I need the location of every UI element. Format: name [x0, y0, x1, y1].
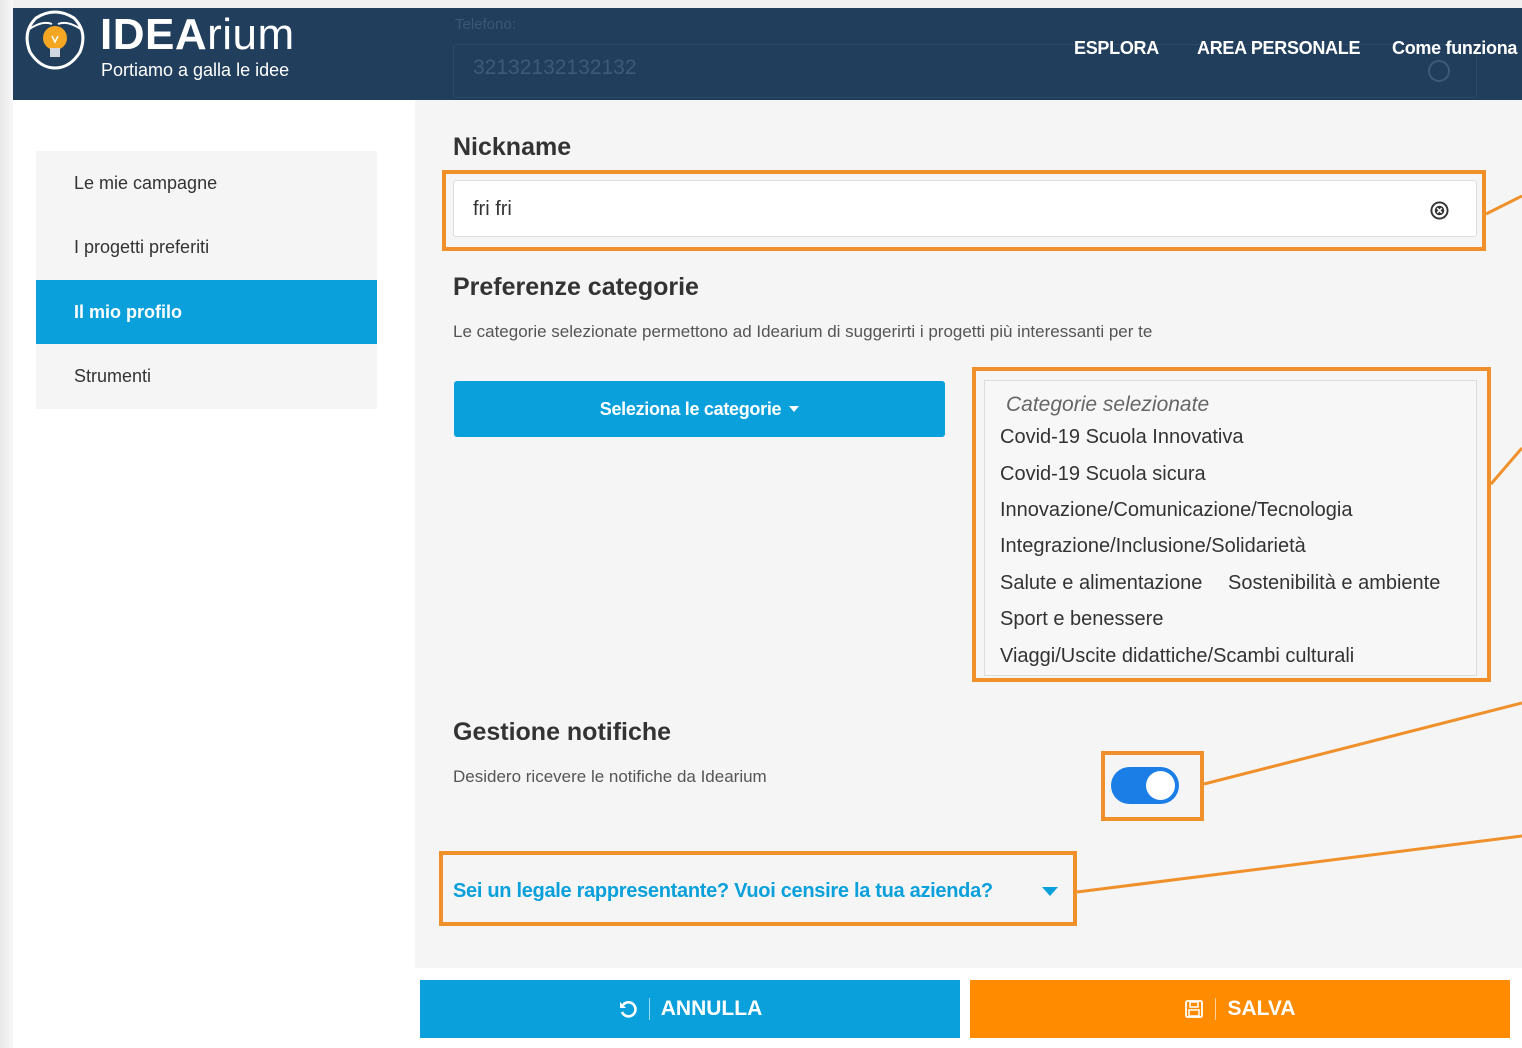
button-separator	[1215, 998, 1217, 1020]
callout-lines	[1076, 194, 1522, 894]
undo-icon	[619, 1001, 637, 1018]
save-label: SALVA	[1227, 997, 1296, 1020]
save-button[interactable]: SALVA	[970, 980, 1510, 1038]
floppy-disk-icon	[1185, 1000, 1204, 1018]
button-separator	[648, 998, 650, 1020]
cancel-button[interactable]: ANNULLA	[420, 980, 960, 1038]
cancel-label: ANNULLA	[660, 997, 763, 1020]
